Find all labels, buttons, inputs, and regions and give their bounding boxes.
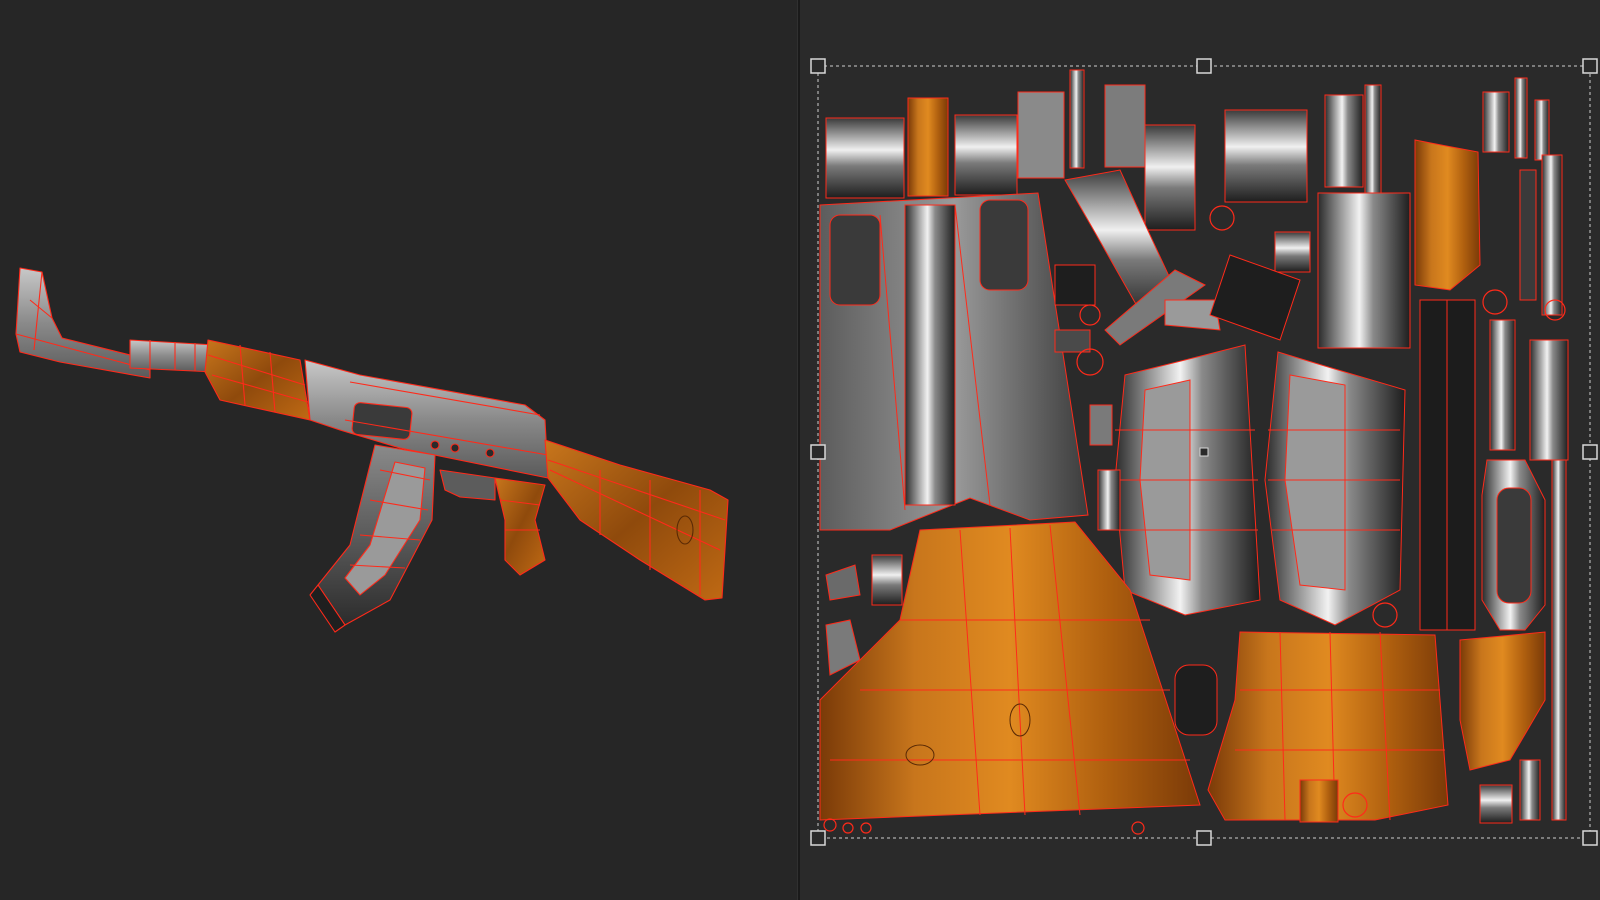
transform-handle-right[interactable] <box>1582 444 1598 460</box>
rifle-model[interactable] <box>15 267 729 633</box>
uv-island[interactable] <box>1364 84 1382 196</box>
uv-island[interactable] <box>1069 69 1085 169</box>
uv-island-grip[interactable] <box>1414 139 1481 291</box>
pistol-grip <box>494 477 546 576</box>
uv-island[interactable] <box>1097 469 1121 531</box>
handguard <box>204 339 311 421</box>
uv-island[interactable] <box>1317 192 1411 349</box>
uv-island[interactable] <box>907 97 949 197</box>
uv-island[interactable] <box>825 117 905 199</box>
uv-island[interactable] <box>1551 459 1567 821</box>
uv-island[interactable] <box>954 114 1018 196</box>
uv-island[interactable] <box>1324 94 1364 188</box>
uv-island-cutout <box>979 199 1029 291</box>
uv-island[interactable] <box>871 554 903 606</box>
uv-editor[interactable] <box>800 0 1600 900</box>
stock <box>544 439 729 601</box>
uv-island-grip[interactable] <box>1459 631 1546 771</box>
transform-handle-bottom-right[interactable] <box>1582 830 1598 846</box>
uv-island[interactable] <box>1054 329 1091 353</box>
uv-island[interactable] <box>1224 109 1308 203</box>
uv-island[interactable] <box>1482 91 1510 153</box>
transform-pivot[interactable] <box>1199 447 1209 457</box>
transform-handle-bottom-left[interactable] <box>810 830 826 846</box>
gas-tube <box>129 339 216 373</box>
uv-island[interactable] <box>1299 779 1339 823</box>
magazine <box>309 444 436 633</box>
uv-islands[interactable] <box>819 69 1569 824</box>
transform-handle-top-right[interactable] <box>1582 58 1598 74</box>
uv-island[interactable] <box>1054 264 1096 306</box>
viewport-canvas[interactable] <box>0 0 797 900</box>
uv-island[interactable] <box>1534 99 1550 161</box>
uv-island-cutout <box>1496 487 1532 604</box>
uv-island[interactable] <box>1514 77 1528 159</box>
transform-handle-top[interactable] <box>1196 58 1212 74</box>
uv-island[interactable] <box>1089 404 1113 446</box>
transform-handle-bottom[interactable] <box>1196 830 1212 846</box>
uv-canvas[interactable] <box>800 0 1600 900</box>
uv-island[interactable] <box>1017 91 1065 179</box>
uv-island[interactable] <box>1529 339 1569 461</box>
viewport-3d[interactable] <box>0 0 797 900</box>
uv-island-cutout <box>829 214 881 306</box>
uv-island[interactable] <box>1144 124 1196 231</box>
uv-island[interactable] <box>904 204 956 506</box>
uv-island[interactable] <box>1489 319 1516 451</box>
uv-island[interactable] <box>825 564 861 601</box>
transform-handle-left[interactable] <box>810 444 826 460</box>
uv-island[interactable] <box>1519 169 1537 301</box>
uv-island[interactable] <box>1104 84 1146 168</box>
uv-island[interactable] <box>1174 664 1218 736</box>
uv-island[interactable] <box>1541 154 1563 316</box>
trigger-guard <box>439 469 496 501</box>
uv-island[interactable] <box>1519 759 1541 821</box>
uv-island[interactable] <box>1274 231 1311 273</box>
transform-handle-top-left[interactable] <box>810 58 826 74</box>
uv-island[interactable] <box>1479 784 1513 824</box>
